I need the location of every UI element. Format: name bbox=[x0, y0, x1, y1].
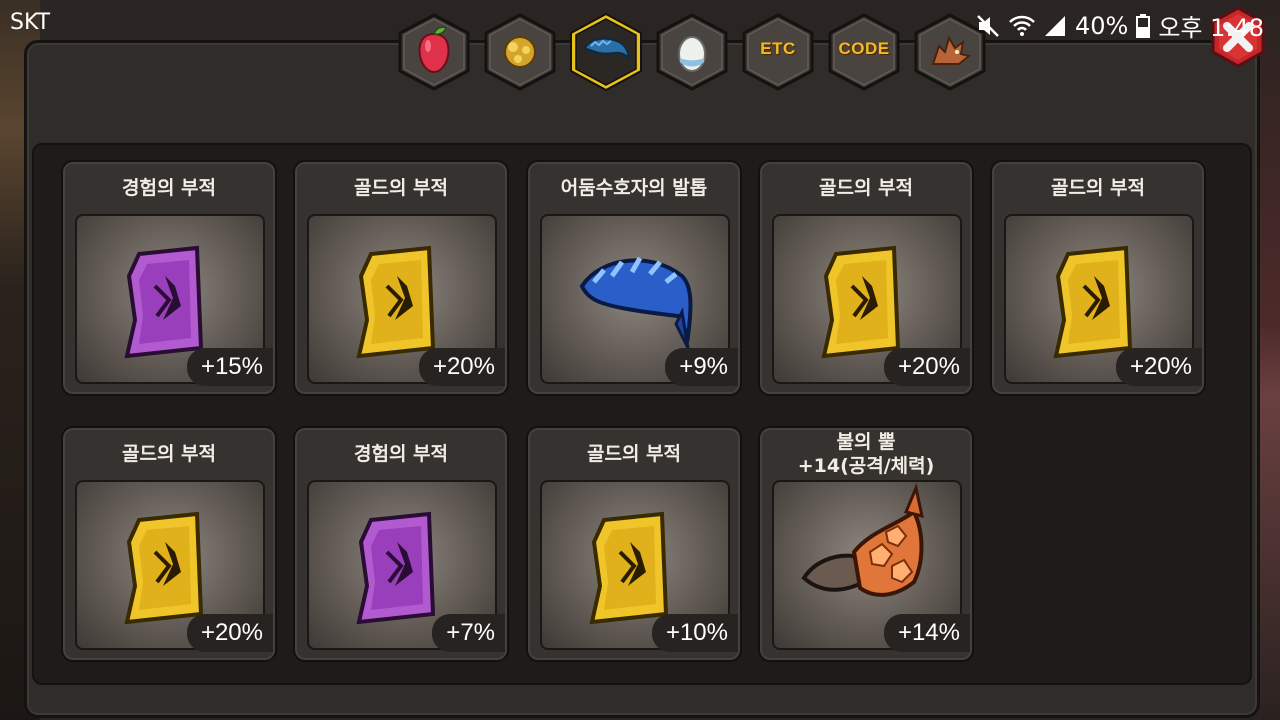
item-name: 골드의 부적 bbox=[1050, 177, 1145, 199]
item-bonus: +9% bbox=[665, 348, 738, 386]
item-name: 불의 뿔 +14(공격/체력) bbox=[797, 431, 935, 477]
tab-code-label: CODE bbox=[838, 39, 890, 58]
item-card[interactable]: 골드의 부적 +20% bbox=[293, 160, 509, 396]
battery-percent: 40% bbox=[1074, 11, 1129, 40]
item-name: 골드의 부적 bbox=[121, 443, 216, 465]
item-card[interactable]: 불의 뿔 +14(공격/체력) +14% bbox=[758, 426, 974, 662]
egg-icon bbox=[678, 36, 706, 72]
claw-icon bbox=[583, 37, 631, 61]
item-card[interactable]: 골드의 부적 +20% bbox=[758, 160, 974, 396]
item-bonus: +20% bbox=[186, 614, 273, 652]
tab-etc[interactable]: ETC bbox=[739, 12, 817, 92]
item-bonus: +10% bbox=[651, 614, 738, 652]
mute-icon bbox=[975, 13, 1001, 39]
item-card[interactable]: 골드의 부적 +20% bbox=[990, 160, 1206, 396]
category-tabs: ETC CODE bbox=[395, 12, 995, 94]
item-bonus: +20% bbox=[418, 348, 505, 386]
item-name: 어둠수호자의 발톱 bbox=[560, 177, 708, 199]
tab-talisman[interactable] bbox=[567, 12, 645, 92]
item-name: 골드의 부적 bbox=[586, 443, 681, 465]
tab-etc-label: ETC bbox=[760, 39, 796, 58]
item-bonus: +20% bbox=[1115, 348, 1202, 386]
item-card[interactable]: 골드의 부적 +20% bbox=[61, 426, 277, 662]
item-card[interactable]: 어둠수호자의 발톱 +9% bbox=[526, 160, 742, 396]
gem-icon bbox=[504, 36, 536, 68]
item-bonus: +14% bbox=[883, 614, 970, 652]
item-bonus: +15% bbox=[186, 348, 273, 386]
tab-code[interactable]: CODE bbox=[825, 12, 903, 92]
carrier-label: SKT bbox=[10, 10, 51, 35]
tab-fruit[interactable] bbox=[395, 12, 473, 92]
clock: 오후 1:48 bbox=[1158, 14, 1264, 42]
fruit-icon bbox=[418, 26, 450, 74]
item-card[interactable]: 경험의 부적 +7% bbox=[293, 426, 509, 662]
tab-gem[interactable] bbox=[481, 12, 559, 92]
tab-egg[interactable] bbox=[653, 12, 731, 92]
battery-icon bbox=[1136, 13, 1151, 38]
item-name: 골드의 부적 bbox=[353, 177, 448, 199]
item-card[interactable]: 골드의 부적 +10% bbox=[526, 426, 742, 662]
item-bonus: +20% bbox=[883, 348, 970, 386]
item-name: 골드의 부적 bbox=[818, 177, 913, 199]
wifi-icon bbox=[1009, 14, 1035, 38]
status-icons: 40% 오후 1:48 bbox=[975, 8, 1264, 43]
signal-icon bbox=[1043, 14, 1067, 38]
item-name: 경험의 부적 bbox=[121, 177, 216, 199]
item-card[interactable]: 경험의 부적 +15% bbox=[61, 160, 277, 396]
item-bonus: +7% bbox=[432, 614, 505, 652]
item-name: 경험의 부적 bbox=[353, 443, 448, 465]
